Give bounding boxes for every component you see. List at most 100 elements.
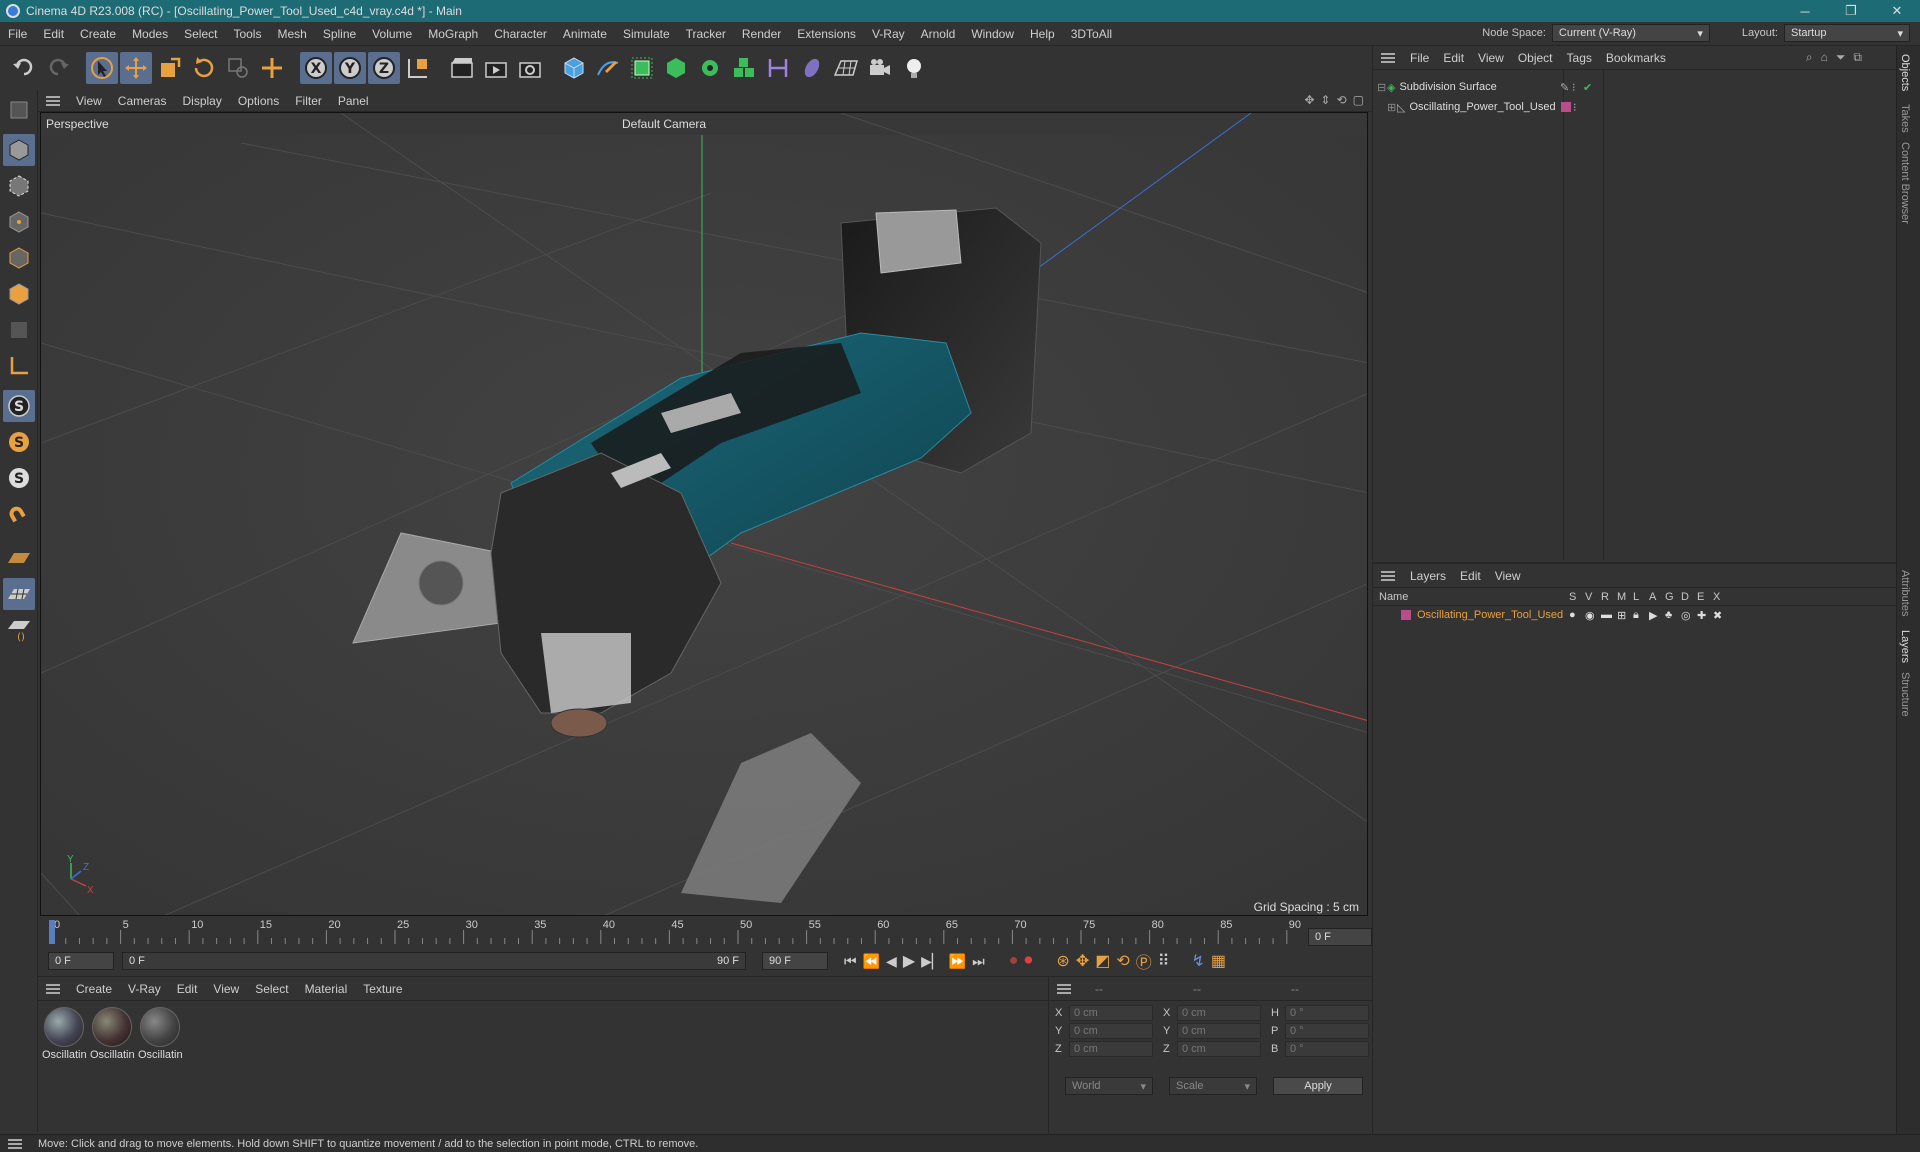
play-icon[interactable]: ▶ bbox=[903, 951, 915, 971]
tweak-mode-button[interactable] bbox=[3, 502, 35, 534]
object-menu-object[interactable]: Object bbox=[1511, 51, 1560, 65]
pan-view-icon[interactable]: ✥ bbox=[1304, 93, 1314, 107]
go-to-start-icon[interactable]: ⏮ bbox=[844, 953, 857, 970]
minimize-icon[interactable]: ─ bbox=[1782, 0, 1828, 22]
menu-simulate[interactable]: Simulate bbox=[615, 27, 678, 41]
vp-camera-name[interactable]: Default Camera bbox=[622, 117, 706, 131]
key-position-icon[interactable]: ✥ bbox=[1076, 951, 1089, 971]
layers-hamburger-icon[interactable] bbox=[1381, 570, 1395, 581]
coord-value-field[interactable]: 0 cm bbox=[1177, 1005, 1261, 1021]
search-icon[interactable]: ⌕ bbox=[1806, 50, 1813, 65]
snap-settings-button[interactable]: S bbox=[3, 426, 35, 458]
uv-mode-button[interactable] bbox=[3, 314, 35, 346]
deformers-icon[interactable]: ◎ bbox=[1681, 609, 1697, 622]
3d-viewport[interactable]: Perspective Default Camera Grid Spacing … bbox=[40, 112, 1368, 916]
tab-takes[interactable]: Takes bbox=[1899, 104, 1911, 133]
layer-col-header[interactable]: X bbox=[1713, 591, 1729, 603]
light-button[interactable] bbox=[898, 52, 930, 84]
tab-attributes[interactable]: Attributes bbox=[1899, 570, 1911, 616]
redo-button[interactable] bbox=[42, 52, 74, 84]
layer-menu-edit[interactable]: Edit bbox=[1453, 569, 1488, 583]
tree-collapse-icon[interactable]: ⊟ bbox=[1377, 81, 1387, 94]
menu-edit[interactable]: Edit bbox=[35, 27, 72, 41]
layer-col-header[interactable]: A bbox=[1649, 591, 1665, 603]
layer-col-header[interactable]: E bbox=[1697, 591, 1713, 603]
material-menu-create[interactable]: Create bbox=[68, 982, 120, 996]
menu-tracker[interactable]: Tracker bbox=[678, 27, 734, 41]
motion-system-icon[interactable]: ↯ bbox=[1192, 951, 1205, 971]
maximize-view-icon[interactable]: ▢ bbox=[1353, 93, 1364, 107]
undo-button[interactable] bbox=[8, 52, 40, 84]
coordinate-system-button[interactable] bbox=[402, 52, 434, 84]
tab-content-browser[interactable]: Content Browser bbox=[1899, 142, 1911, 224]
menu-tools[interactable]: Tools bbox=[225, 27, 269, 41]
filter-icon[interactable]: ⏷ bbox=[1836, 50, 1846, 65]
manager-icon[interactable]: ⊞ bbox=[1617, 609, 1633, 622]
texture-mode-button[interactable] bbox=[3, 170, 35, 202]
deformer-button[interactable] bbox=[762, 52, 794, 84]
recent-tool-button[interactable] bbox=[222, 52, 254, 84]
node-space-dropdown[interactable]: Current (V-Ray) ▾ bbox=[1551, 24, 1710, 42]
status-hamburger-icon[interactable] bbox=[8, 1138, 22, 1149]
edit-tag-icon[interactable]: ✎ bbox=[1560, 81, 1569, 94]
object-menu-tags[interactable]: Tags bbox=[1560, 51, 1599, 65]
menu-select[interactable]: Select bbox=[176, 27, 225, 41]
key-pla-icon[interactable]: ⠿ bbox=[1158, 951, 1170, 971]
layer-col-header[interactable]: V bbox=[1585, 591, 1601, 603]
coord-value-field[interactable]: 0 cm bbox=[1177, 1023, 1261, 1039]
layout-dropdown[interactable]: Startup ▾ bbox=[1784, 24, 1910, 42]
tab-structure[interactable]: Structure bbox=[1899, 672, 1911, 717]
prev-frame-icon[interactable]: ◀ bbox=[886, 953, 897, 970]
live-selection-button[interactable] bbox=[256, 52, 288, 84]
close-icon[interactable]: ✕ bbox=[1874, 0, 1920, 22]
viewport-menu-panel[interactable]: Panel bbox=[330, 94, 377, 108]
check-icon[interactable]: ✔ bbox=[1583, 81, 1592, 94]
orbit-view-icon[interactable]: ⟲ bbox=[1337, 93, 1347, 107]
coords-hamburger-icon[interactable] bbox=[1057, 983, 1071, 994]
layer-color-swatch[interactable] bbox=[1401, 610, 1411, 620]
menu-spline[interactable]: Spline bbox=[315, 27, 364, 41]
solo-icon[interactable]: ● bbox=[1569, 609, 1585, 622]
coord-value-field[interactable]: 0 ° bbox=[1285, 1005, 1369, 1021]
restore-icon[interactable]: ❐ bbox=[1828, 0, 1874, 22]
locked-workplane-button[interactable] bbox=[3, 578, 35, 610]
xref-icon[interactable]: ✖ bbox=[1713, 609, 1729, 622]
playhead[interactable] bbox=[49, 920, 55, 944]
mograph-button[interactable] bbox=[728, 52, 760, 84]
z-axis-button[interactable]: Z bbox=[368, 52, 400, 84]
menu-volume[interactable]: Volume bbox=[364, 27, 420, 41]
menu-mesh[interactable]: Mesh bbox=[269, 27, 314, 41]
layer-col-header[interactable]: L bbox=[1633, 591, 1649, 603]
render-view-button[interactable] bbox=[446, 52, 478, 84]
layer-menu-view[interactable]: View bbox=[1488, 569, 1528, 583]
autokey-icon[interactable]: ⏺ bbox=[1024, 952, 1032, 970]
end-frame-field[interactable]: 90 F bbox=[762, 952, 828, 970]
coord-value-field[interactable]: 0 cm bbox=[1069, 1023, 1153, 1039]
object-row-tool[interactable]: ⊞ ◺ Oscillating_Power_Tool_Used ⁝ bbox=[1387, 98, 1893, 116]
visibility-dots-icon[interactable]: ⁝ bbox=[1572, 81, 1576, 94]
render-settings-button[interactable] bbox=[514, 52, 546, 84]
viewport-menu-options[interactable]: Options bbox=[230, 94, 287, 108]
key-scale-icon[interactable]: ◩ bbox=[1095, 951, 1110, 971]
planar-workplane-button[interactable]: () bbox=[3, 614, 35, 646]
material-thumb[interactable]: Oscillatin bbox=[138, 1005, 182, 1067]
coord-value-field[interactable]: 0 cm bbox=[1069, 1041, 1153, 1057]
menu-render[interactable]: Render bbox=[734, 27, 789, 41]
material-menu-texture[interactable]: Texture bbox=[355, 982, 410, 996]
object-menu-file[interactable]: File bbox=[1403, 51, 1436, 65]
layer-row[interactable]: Oscillating_Power_Tool_Used ● ◉ ▬ ⊞ 🔒︎ ▶… bbox=[1373, 606, 1896, 624]
subdivision-button[interactable] bbox=[626, 52, 658, 84]
layer-menu-layers[interactable]: Layers bbox=[1403, 569, 1453, 583]
start-frame-field[interactable]: 0 F bbox=[48, 952, 114, 970]
home-icon[interactable]: ⌂ bbox=[1821, 50, 1828, 65]
layer-col-header[interactable]: D bbox=[1681, 591, 1697, 603]
layer-color-swatch[interactable] bbox=[1561, 102, 1571, 112]
material-menu-view[interactable]: View bbox=[205, 982, 247, 996]
material-menu-edit[interactable]: Edit bbox=[169, 982, 206, 996]
menu-modes[interactable]: Modes bbox=[124, 27, 176, 41]
y-axis-button[interactable]: Y bbox=[334, 52, 366, 84]
polygons-mode-button[interactable] bbox=[3, 278, 35, 310]
tab-layers[interactable]: Layers bbox=[1899, 630, 1911, 663]
lock-icon[interactable]: 🔒︎ bbox=[1633, 609, 1649, 622]
axis-mode-button[interactable] bbox=[3, 350, 35, 382]
